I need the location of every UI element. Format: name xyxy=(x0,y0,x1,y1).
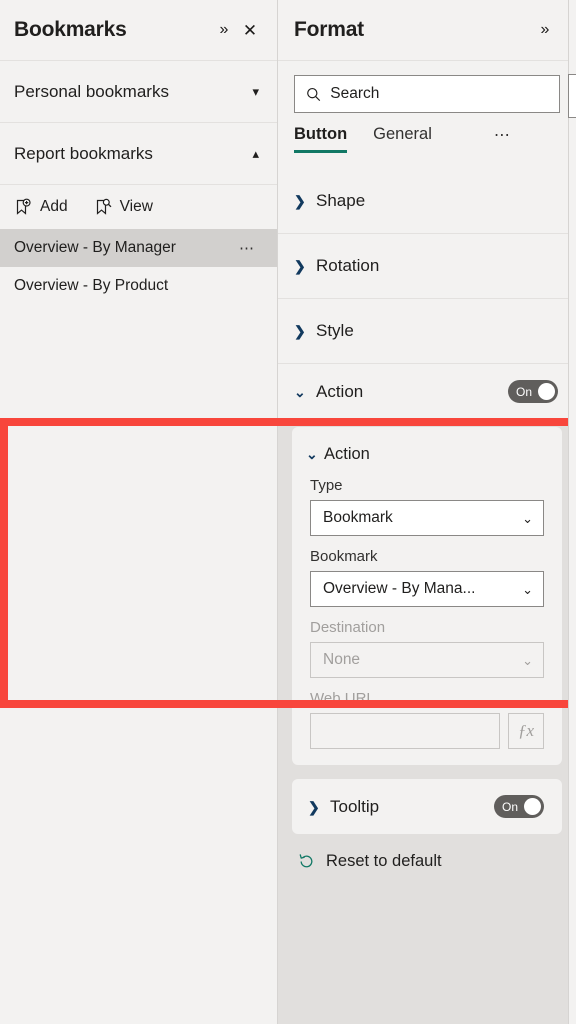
tooltip-toggle[interactable]: On xyxy=(494,795,544,818)
bookmark-dropdown-value: Overview - By Mana... xyxy=(323,580,476,597)
chevron-right-icon: ❯ xyxy=(308,798,320,815)
format-body: ❯ Shape ❯ Rotation ❯ Style ⌄ Action On ⌄… xyxy=(278,169,576,1024)
report-bookmarks-section[interactable]: Report bookmarks ▴ xyxy=(0,123,277,185)
bookmark-item-overview-by-product[interactable]: Overview - By Product xyxy=(0,267,277,305)
action-card-title: Action xyxy=(324,444,370,463)
chevron-right-icon: ❯ xyxy=(294,323,306,339)
bookmarks-header: Bookmarks » ✕ xyxy=(0,0,277,61)
chevron-right-icon: ❯ xyxy=(294,258,306,274)
bookmarks-expand-button[interactable]: » xyxy=(211,17,237,43)
destination-dropdown: None ⌄ xyxy=(310,642,544,678)
power-bi-panels: Bookmarks » ✕ Personal bookmarks ▾ Repor… xyxy=(0,0,576,1024)
format-expand-button[interactable]: » xyxy=(532,17,558,43)
format-search-container xyxy=(278,61,576,125)
type-dropdown-value: Bookmark xyxy=(323,509,393,526)
field-bookmark-label: Bookmark xyxy=(310,548,378,565)
format-title: Format xyxy=(294,18,364,41)
tab-button[interactable]: Button xyxy=(294,125,348,153)
format-tabs: Button General ⋯ xyxy=(278,125,576,169)
search-icon xyxy=(307,87,321,101)
web-url-row: ƒx xyxy=(310,713,544,749)
bookmarks-pane: Bookmarks » ✕ Personal bookmarks ▾ Repor… xyxy=(0,0,278,1024)
web-url-input xyxy=(310,713,500,749)
format-pane: Format » Button General ⋯ xyxy=(278,0,576,1024)
section-action-label: Action xyxy=(316,381,364,401)
section-style[interactable]: ❯ Style xyxy=(278,299,576,364)
adjacent-pane-edge xyxy=(568,0,576,1024)
chevron-double-right-icon: » xyxy=(219,21,229,38)
section-shape-label: Shape xyxy=(316,191,366,210)
reset-to-default-button[interactable]: Reset to default xyxy=(278,834,576,871)
toggle-knob-icon xyxy=(538,383,555,400)
section-rotation-label: Rotation xyxy=(316,256,380,275)
field-web-url-label: Web URL xyxy=(310,690,375,707)
bookmark-item-label: Overview - By Manager xyxy=(14,239,176,256)
tab-general[interactable]: General xyxy=(373,125,432,153)
field-bookmark: Bookmark Overview - By Mana... ⌄ xyxy=(306,548,548,607)
chevron-right-icon: ❯ xyxy=(294,193,306,209)
bookmark-add-icon xyxy=(16,198,31,215)
personal-bookmarks-label: Personal bookmarks xyxy=(14,81,169,101)
section-action-header[interactable]: ⌄ Action On xyxy=(278,364,576,419)
field-destination-label: Destination xyxy=(310,619,386,636)
bookmark-item-overflow-button[interactable]: ⋯ xyxy=(239,239,263,257)
tabs-overflow-button[interactable]: ⋯ xyxy=(494,125,512,145)
undo-icon xyxy=(299,854,313,868)
type-dropdown[interactable]: Bookmark ⌄ xyxy=(310,500,544,536)
add-bookmark-button[interactable]: Add xyxy=(14,198,68,217)
tooltip-toggle-state: On xyxy=(502,799,519,814)
view-bookmark-label: View xyxy=(119,198,153,215)
adjacent-pane-field-edge xyxy=(568,74,576,118)
personal-bookmarks-section[interactable]: Personal bookmarks ▾ xyxy=(0,61,277,123)
format-search-box[interactable] xyxy=(294,75,560,113)
view-bookmark-button[interactable]: View xyxy=(94,198,153,217)
destination-dropdown-value: None xyxy=(323,651,361,668)
reset-to-default-label: Reset to default xyxy=(326,852,442,870)
chevron-down-icon: ⌄ xyxy=(522,581,533,597)
bookmarks-title: Bookmarks xyxy=(14,18,127,41)
section-rotation[interactable]: ❯ Rotation xyxy=(278,234,576,299)
bookmarks-close-button[interactable]: ✕ xyxy=(237,17,263,43)
bookmark-dropdown[interactable]: Overview - By Mana... ⌄ xyxy=(310,571,544,607)
bookmark-item-overview-by-manager[interactable]: Overview - By Manager ⋯ xyxy=(0,229,277,267)
section-style-label: Style xyxy=(316,321,354,340)
field-type-label: Type xyxy=(310,477,343,494)
format-search-input[interactable] xyxy=(330,85,548,103)
format-header: Format » xyxy=(278,0,576,61)
chevron-down-icon: ▾ xyxy=(252,84,259,99)
chevron-up-icon: ▴ xyxy=(252,146,259,161)
action-card: ⌄ Action Type Bookmark ⌄ Bookmark Overvi… xyxy=(292,427,562,765)
chevron-down-icon: ⌄ xyxy=(522,510,533,526)
chevron-double-right-icon: » xyxy=(540,21,550,38)
chevron-down-icon: ⌄ xyxy=(306,446,318,462)
action-card-header[interactable]: ⌄ Action xyxy=(306,441,548,467)
bookmark-view-icon xyxy=(96,198,112,215)
tab-button-label: Button xyxy=(294,125,348,143)
toggle-knob-icon xyxy=(524,798,541,815)
field-web-url: Web URL ƒx xyxy=(306,690,548,749)
chevron-down-icon: ⌄ xyxy=(294,383,306,400)
action-toggle[interactable]: On xyxy=(508,380,558,403)
section-tooltip[interactable]: ❯ Tooltip On xyxy=(292,779,562,834)
action-toggle-state: On xyxy=(516,384,533,399)
section-tooltip-label: Tooltip xyxy=(330,796,380,816)
report-bookmarks-label: Report bookmarks xyxy=(14,143,153,163)
bookmarks-toolbar: Add View xyxy=(0,185,277,229)
field-type: Type Bookmark ⌄ xyxy=(306,477,548,536)
section-shape[interactable]: ❯ Shape xyxy=(278,169,576,234)
field-destination: Destination None ⌄ xyxy=(306,619,548,678)
close-icon: ✕ xyxy=(242,20,258,40)
function-icon: ƒx xyxy=(508,713,544,749)
tab-general-label: General xyxy=(373,125,432,143)
chevron-down-icon: ⌄ xyxy=(522,652,533,668)
bookmarks-list: Overview - By Manager ⋯ Overview - By Pr… xyxy=(0,229,277,305)
bookmark-item-label: Overview - By Product xyxy=(14,277,169,294)
add-bookmark-label: Add xyxy=(40,198,68,215)
